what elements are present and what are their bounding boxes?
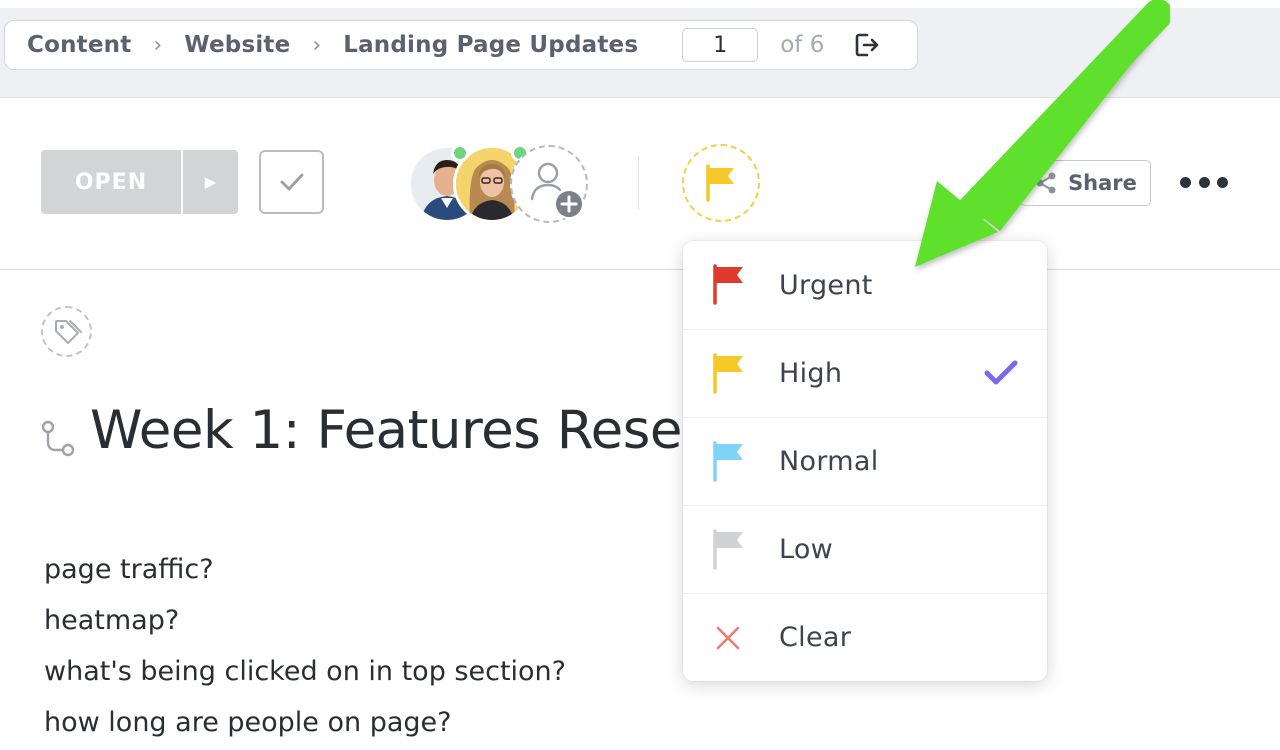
checkmark-icon	[984, 360, 1018, 385]
chevron-right-icon[interactable]: ▶	[183, 150, 238, 214]
priority-label: Low	[779, 534, 834, 565]
priority-label: Urgent	[779, 269, 873, 301]
priority-menu: Urgent High Normal Low Clear	[683, 241, 1047, 681]
priority-option-normal[interactable]: Normal	[683, 417, 1047, 505]
tag-icon	[54, 319, 82, 344]
subtask-icon	[41, 420, 75, 457]
dot	[1180, 176, 1191, 188]
complete-button[interactable]	[259, 150, 324, 214]
urgent-flag-icon	[713, 264, 743, 305]
add-tag-button[interactable]	[41, 306, 92, 357]
breadcrumb-separator-icon: ›	[153, 32, 163, 58]
breadcrumb-separator-icon: ›	[312, 32, 322, 58]
share-icon	[1036, 172, 1056, 194]
share-button[interactable]: Share	[1020, 160, 1151, 206]
breadcrumb-item-landing-page-updates[interactable]: Landing Page Updates	[343, 32, 638, 58]
breadcrumb-item-website[interactable]: Website	[184, 32, 290, 58]
task-title[interactable]: Week 1: Features Resea	[90, 400, 714, 461]
top-strip	[0, 0, 1280, 8]
priority-option-clear[interactable]: Clear	[683, 593, 1047, 681]
more-options-button[interactable]	[1180, 168, 1228, 196]
description-line: heatmap?	[44, 605, 180, 636]
checkmark-icon	[280, 173, 303, 191]
priority-label: Clear	[779, 622, 852, 653]
description-line: how long are people on page?	[44, 707, 452, 738]
low-flag-icon	[713, 529, 743, 570]
priority-label: Normal	[779, 446, 879, 477]
priority-option-low[interactable]: Low	[683, 505, 1047, 593]
status-button[interactable]: OPEN ▶	[41, 150, 238, 214]
toolbar-divider	[638, 156, 639, 210]
description-line: what's being clicked on in top section?	[44, 656, 566, 687]
close-icon	[716, 626, 740, 650]
page-count: of 6	[780, 32, 825, 58]
page-number-input[interactable]: 1	[682, 28, 759, 62]
add-user-icon	[530, 162, 584, 219]
priority-option-urgent[interactable]: Urgent	[683, 241, 1047, 329]
add-assignee-button[interactable]	[510, 145, 588, 223]
priority-label: High	[779, 358, 843, 389]
exit-icon[interactable]	[854, 32, 880, 58]
flag-icon	[706, 164, 734, 202]
status-label: OPEN	[74, 169, 148, 195]
task-description[interactable]: page traffic? heatmap? what's being clic…	[44, 548, 684, 750]
task-toolbar: OPEN ▶ Share	[0, 98, 1280, 270]
breadcrumb-item-content[interactable]: Content	[27, 32, 131, 58]
share-label: Share	[1068, 171, 1137, 195]
dot	[1198, 176, 1210, 188]
priority-option-high[interactable]: High	[683, 329, 1047, 417]
top-bar: Content › Website › Landing Page Updates…	[0, 0, 1280, 98]
dot	[1217, 176, 1228, 188]
description-line: page traffic?	[44, 554, 214, 585]
high-flag-icon	[713, 353, 743, 394]
priority-button[interactable]	[682, 144, 760, 222]
normal-flag-icon	[713, 441, 743, 482]
breadcrumb: Content › Website › Landing Page Updates…	[4, 20, 918, 70]
online-indicator	[451, 144, 469, 162]
